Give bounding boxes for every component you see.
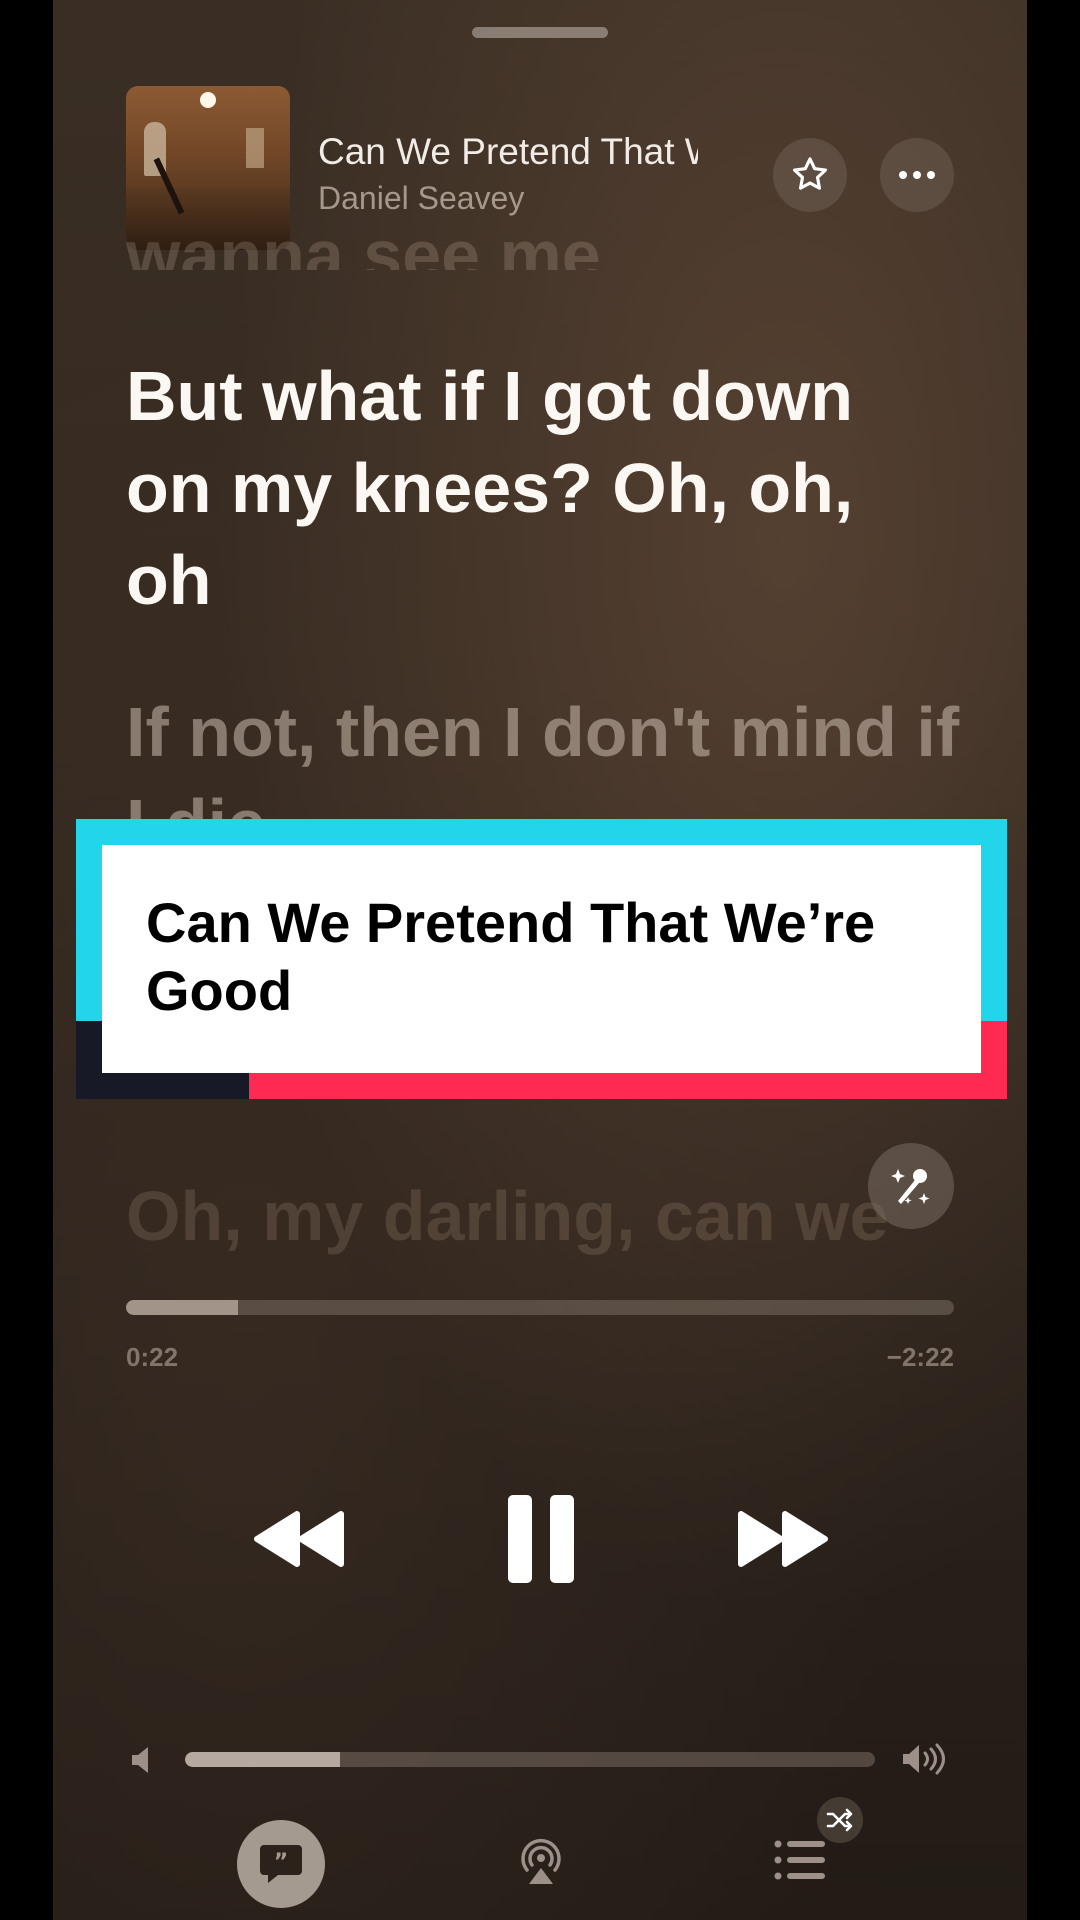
sing-mode-button[interactable]	[868, 1143, 954, 1229]
remaining-time: −2:22	[886, 1342, 954, 1372]
lyric-line-previous[interactable]: wanna see me	[126, 240, 601, 270]
pause-icon	[508, 1495, 574, 1583]
card-title: Can We Pretend That We’re Good	[146, 891, 876, 1022]
queue-list-icon[interactable]	[773, 1838, 827, 1882]
ellipsis-icon	[899, 171, 935, 179]
svg-text:”: ”	[274, 1850, 288, 1875]
shuffle-icon	[826, 1808, 853, 1832]
star-icon	[793, 157, 827, 190]
rewind-icon	[254, 1511, 344, 1567]
playback-progress-fill	[126, 1300, 238, 1315]
album-artwork[interactable]	[126, 86, 290, 250]
next-track-button[interactable]	[728, 1507, 838, 1571]
lyrics-quote-icon: ”	[260, 1845, 302, 1883]
volume-low-icon	[132, 1747, 148, 1773]
volume-slider[interactable]	[185, 1752, 875, 1767]
artist-name[interactable]: Daniel Seavey	[318, 180, 524, 217]
sheet-grabber[interactable]	[472, 27, 608, 38]
pause-button[interactable]	[501, 1492, 581, 1586]
playback-scrubber[interactable]	[126, 1300, 954, 1315]
song-title[interactable]: Can We Pretend That We’re Good	[318, 131, 698, 179]
lyric-line-upcoming[interactable]: Oh, my darling, can we	[126, 1170, 946, 1262]
volume-level-fill	[185, 1752, 341, 1767]
more-options-button[interactable]	[880, 138, 954, 212]
microphone-sparkle-icon	[891, 1169, 930, 1204]
lyric-line-next[interactable]: If not, then I don't mind if I die	[126, 686, 986, 824]
card-panel: Can We Pretend That We’re Good	[102, 845, 981, 1073]
lyrics-button[interactable]: ”	[237, 1820, 325, 1908]
shuffle-button[interactable]	[817, 1797, 863, 1843]
airplay-icon[interactable]	[515, 1836, 567, 1888]
elapsed-time: 0:22	[126, 1342, 179, 1372]
favorite-button[interactable]	[773, 138, 847, 212]
title-card-overlay: Can We Pretend That We’re Good	[76, 819, 1007, 1099]
volume-high-icon	[903, 1743, 945, 1775]
lyric-line-active[interactable]: But what if I got down on my knees? Oh, …	[126, 350, 926, 626]
previous-track-button[interactable]	[244, 1507, 354, 1571]
fast-forward-icon	[738, 1511, 828, 1567]
